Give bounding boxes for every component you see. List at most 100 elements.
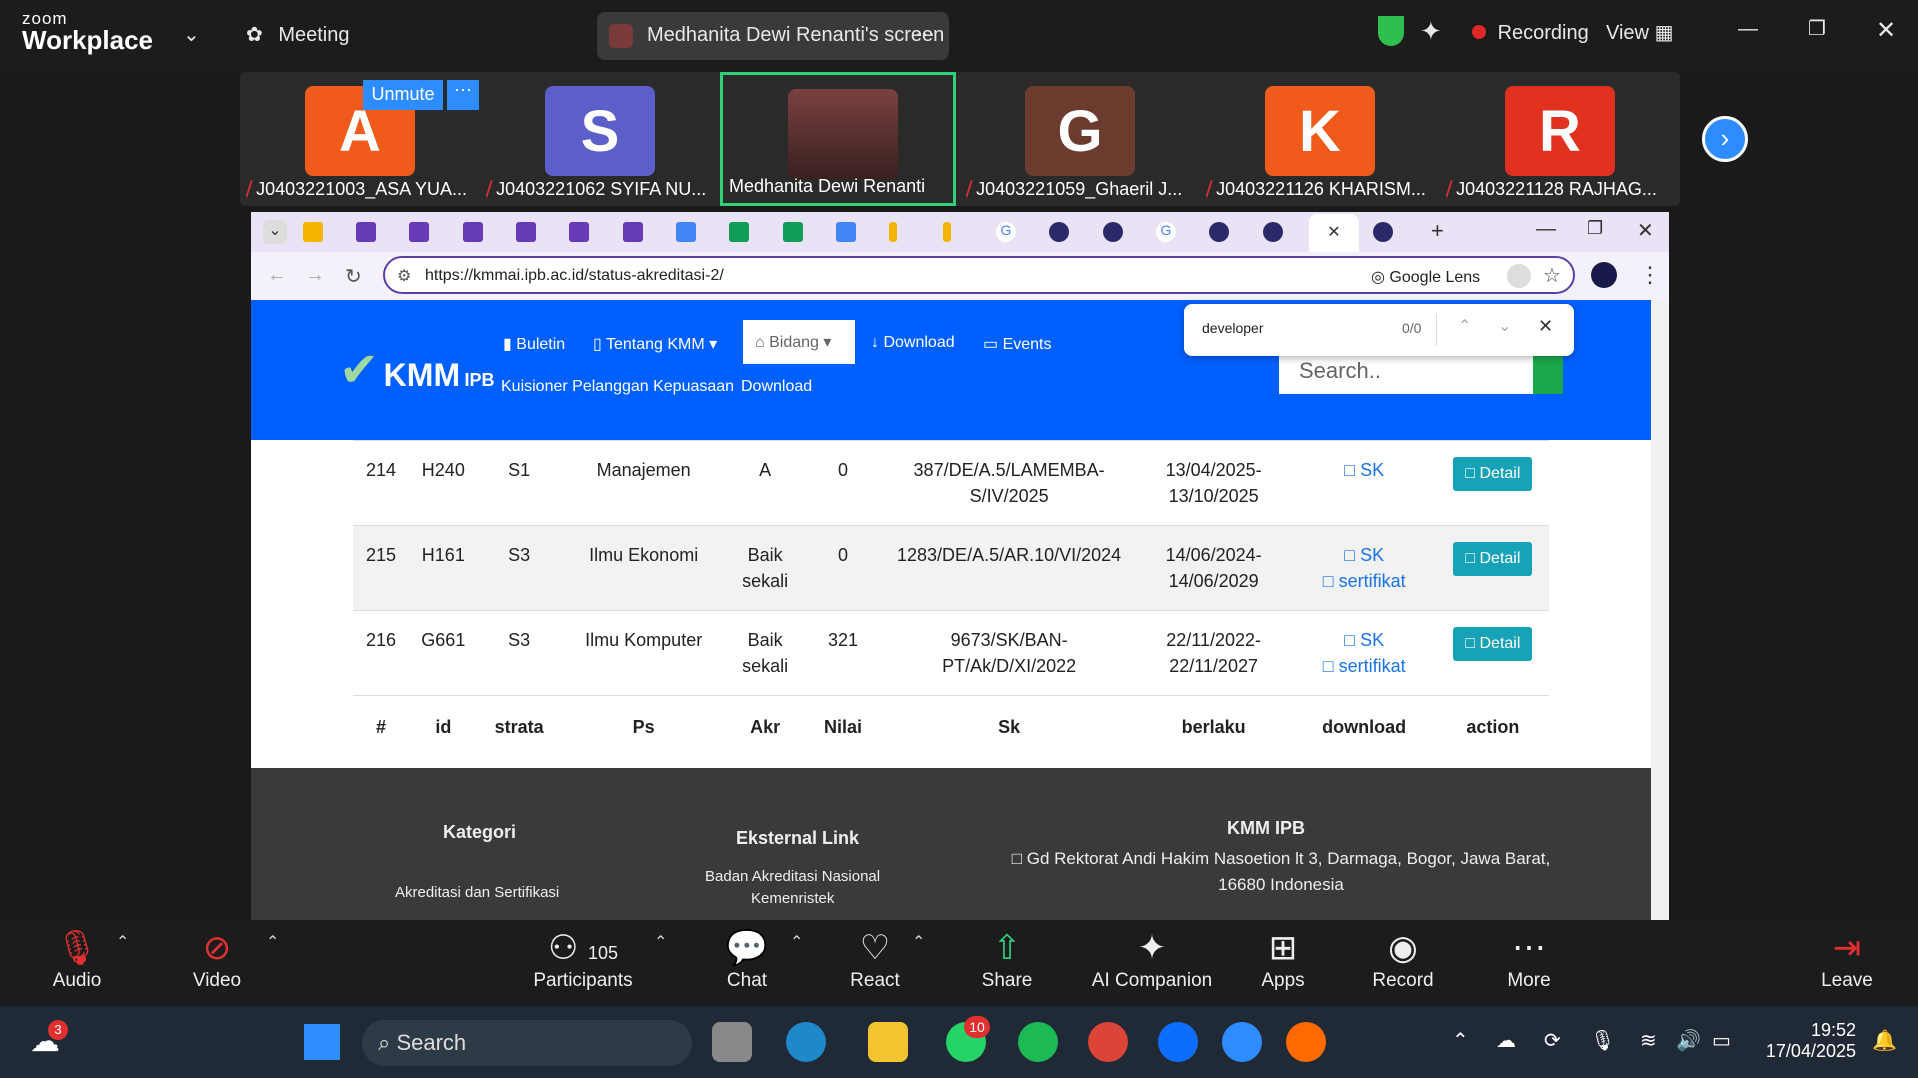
site-tab-icon[interactable]	[1209, 222, 1229, 242]
sync-icon[interactable]: ⟳	[1544, 1028, 1561, 1053]
forms-tab-icon[interactable]	[409, 222, 429, 242]
back-icon[interactable]: ←	[267, 264, 287, 287]
nav-kuisioner[interactable]: Kuisioner Pelanggan Kepuasaan	[501, 378, 734, 396]
screen-share-pill[interactable]: Medhanita Dewi Renanti's screen ⋯	[597, 12, 949, 60]
nav-buletin[interactable]: ▮ Buletin	[503, 334, 565, 354]
find-next-icon[interactable]: ⌄	[1498, 316, 1511, 336]
more-options-icon[interactable]: ⋯	[915, 22, 935, 47]
mic-tray-icon[interactable]: 🎙	[1590, 1028, 1615, 1053]
sheets-tab-icon[interactable]	[729, 222, 749, 242]
docs-tab-icon[interactable]	[836, 222, 856, 242]
view-button[interactable]: View ▦	[1606, 20, 1673, 45]
battery-icon[interactable]: ▭	[1712, 1028, 1731, 1053]
nav-tentang-kmm[interactable]: ▯ Tentang KMM ▾	[593, 334, 717, 354]
react-options-icon[interactable]: ⌃	[912, 932, 925, 952]
find-input[interactable]: developer	[1202, 320, 1264, 336]
clock[interactable]: 19:52 17/04/2025	[1762, 1020, 1856, 1062]
volume-icon[interactable]: 🔊	[1676, 1028, 1701, 1053]
forward-icon[interactable]: →	[305, 264, 325, 287]
profile-avatar[interactable]	[1591, 262, 1617, 288]
browser-close-icon[interactable]: ✕	[1637, 218, 1654, 243]
more-icon[interactable]: ⋯	[447, 80, 479, 110]
bookmark-star-icon[interactable]: ☆	[1543, 263, 1561, 288]
nav-download-2[interactable]: Download	[741, 378, 812, 396]
video-options-icon[interactable]: ⌃	[266, 932, 279, 952]
footer-eksternal-link[interactable]: Badan Akreditasi Nasional	[705, 868, 880, 885]
windows-start-icon[interactable]	[304, 1024, 340, 1060]
participants-button[interactable]: ⚇ 105 Participants	[528, 926, 638, 992]
participant-tile[interactable]: G ⧸ J0403221059_Ghaeril J...	[960, 72, 1196, 206]
participants-options-icon[interactable]: ⌃	[654, 932, 667, 952]
apps-button[interactable]: ⊞ Apps	[1228, 926, 1338, 992]
share-button[interactable]: ⇧ Share	[952, 926, 1062, 992]
unmute-button[interactable]: Unmute	[363, 80, 443, 110]
participant-tile[interactable]: K ⧸ J0403221126 KHARISM...	[1200, 72, 1436, 206]
nav-bidang[interactable]: ⌂ Bidang ▾	[743, 320, 855, 364]
sheets-tab-icon[interactable]	[783, 222, 803, 242]
nav-download[interactable]: ↓ Download	[871, 334, 955, 352]
active-tab-close-icon[interactable]: ✕	[1309, 214, 1359, 252]
firefox-icon[interactable]	[1286, 1022, 1326, 1062]
kmm-logo[interactable]: ✔ KMM IPB	[339, 342, 495, 398]
chat-options-icon[interactable]: ⌃	[790, 932, 803, 952]
sertifikat-link[interactable]: □ sertifikat	[1295, 653, 1432, 679]
site-tab-icon[interactable]	[1103, 222, 1123, 242]
leave-button[interactable]: ⇥ Leave	[1792, 926, 1902, 992]
sertifikat-link[interactable]: □ sertifikat	[1295, 568, 1432, 594]
zoom-icon[interactable]	[1222, 1022, 1262, 1062]
audio-options-icon[interactable]: ⌃	[116, 932, 129, 952]
task-view-icon[interactable]	[712, 1022, 752, 1062]
chat-button[interactable]: 💬 Chat	[692, 926, 802, 992]
site-search-input[interactable]: Search..	[1279, 350, 1539, 394]
wifi-icon[interactable]: ≋	[1640, 1028, 1657, 1053]
forms-tab-icon[interactable]	[623, 222, 643, 242]
menu-kebab-icon[interactable]: ⋮	[1639, 262, 1661, 288]
sk-link[interactable]: □ SK	[1344, 460, 1384, 480]
forms-tab-icon[interactable]	[516, 222, 536, 242]
browser-restore-icon[interactable]: ❐	[1587, 218, 1603, 239]
docs-tab-icon[interactable]	[676, 222, 696, 242]
onedrive-icon[interactable]: ☁	[1496, 1028, 1516, 1053]
chrome-icon[interactable]	[1088, 1022, 1128, 1062]
site-tab-icon[interactable]	[1373, 222, 1393, 242]
scrollbar[interactable]	[1651, 300, 1669, 920]
participant-tile[interactable]: S ⧸ J0403221062 SYIFA NU...	[480, 72, 716, 206]
forms-tab-icon[interactable]	[356, 222, 376, 242]
site-search-button[interactable]	[1533, 350, 1563, 394]
sk-link[interactable]: □ SK	[1295, 542, 1432, 568]
google-tab-icon[interactable]: G	[996, 222, 1016, 242]
record-button[interactable]: ◉ Record	[1348, 926, 1458, 992]
drive-tab-icon[interactable]	[303, 222, 323, 242]
file-explorer-icon[interactable]	[868, 1022, 908, 1062]
footer-kategori-link[interactable]: Akreditasi dan Sertifikasi	[395, 884, 559, 901]
find-close-icon[interactable]: ✕	[1538, 316, 1553, 337]
site-tab-icon[interactable]	[1049, 222, 1069, 242]
site-tab-icon[interactable]	[1263, 222, 1283, 242]
chevron-down-icon[interactable]: ⌄	[183, 22, 200, 47]
minimize-icon[interactable]: —	[1738, 18, 1758, 41]
forms-tab-icon[interactable]	[463, 222, 483, 242]
detail-button[interactable]: □ Detail	[1453, 542, 1533, 576]
forms-tab-icon[interactable]	[569, 222, 589, 242]
sparkle-icon[interactable]: ✦	[1420, 16, 1442, 47]
sk-link[interactable]: □ SK	[1295, 627, 1432, 653]
taskbar-search[interactable]: ⌕ Search	[362, 1020, 692, 1066]
recording-indicator[interactable]: Recording	[1472, 22, 1589, 45]
detail-button[interactable]: □ Detail	[1453, 457, 1533, 491]
ai-companion-button[interactable]: ✦ AI Companion	[1082, 926, 1222, 992]
more-button[interactable]: ⋯ More	[1474, 926, 1584, 992]
reload-icon[interactable]: ↻	[345, 264, 362, 289]
participant-tile[interactable]: R ⧸ J0403221128 RAJHAG...	[1440, 72, 1676, 206]
footer-eksternal-link-2[interactable]: Kemenristek	[751, 890, 834, 907]
google-tab-icon[interactable]: G	[1156, 222, 1176, 242]
analytics-tab-icon[interactable]	[943, 222, 951, 242]
restore-icon[interactable]: ❐	[1808, 16, 1826, 41]
new-tab-icon[interactable]: +	[1431, 218, 1444, 244]
shield-icon[interactable]	[1378, 16, 1404, 46]
detail-button[interactable]: □ Detail	[1453, 627, 1533, 661]
show-hidden-icons[interactable]: ⌃	[1452, 1028, 1469, 1053]
edge-icon[interactable]	[786, 1022, 826, 1062]
close-icon[interactable]: ✕	[1876, 16, 1896, 45]
tab-search-icon[interactable]: ⌄	[263, 220, 287, 244]
notification-icon[interactable]: 🔔	[1872, 1028, 1897, 1053]
